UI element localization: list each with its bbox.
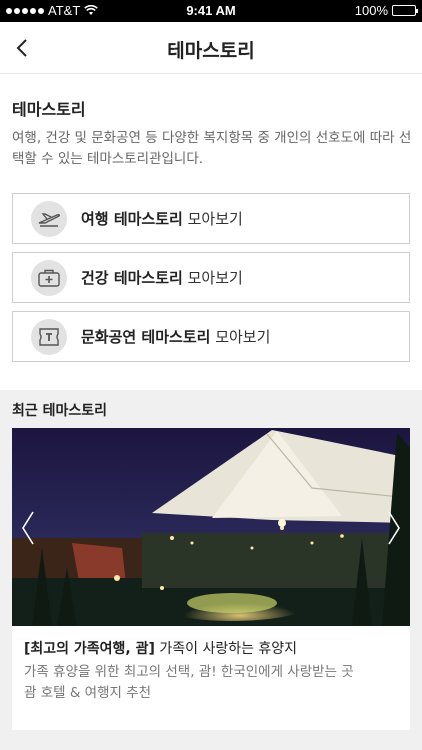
story-desc-line2: 괌 호텔 & 여행지 추천 (24, 685, 152, 701)
airplane-icon (31, 200, 67, 237)
resort-night-image (12, 428, 410, 626)
battery-group: 100% (354, 3, 418, 18)
menu-label-health-light: 모아보기 (182, 269, 243, 287)
menu-item-culture[interactable]: 문화공연 테마스토리 모아보기 (12, 311, 410, 362)
navigation-header: 테마스토리 (0, 22, 422, 74)
carousel-next-button[interactable] (380, 508, 408, 548)
carousel-prev-button[interactable] (14, 508, 42, 548)
recent-section: 최근 테마스토리 [최고의 가족여행, 괌] 가족이 사랑하는 휴양지 가족 휴… (0, 390, 422, 750)
story-image[interactable] (12, 428, 410, 626)
page-title: 테마스토리 (167, 40, 255, 62)
recent-story-card[interactable]: [최고의 가족여행, 괌] 가족이 사랑하는 휴양지 가족 휴양을 위한 최고의… (12, 428, 410, 730)
menu-label-travel-bold: 여행 테마스토리 (81, 210, 183, 228)
story-title: [최고의 가족여행, 괌] 가족이 사랑하는 휴양지 (24, 638, 297, 658)
menu-item-health[interactable]: 건강 테마스토리 모아보기 (12, 252, 410, 303)
chevron-right-icon (388, 511, 400, 545)
menu-label-culture-light: 모아보기 (210, 328, 271, 346)
status-bar: AT&T 9:41 AM 100% (0, 0, 422, 22)
story-title-bold: [최고의 가족여행, 괌] (24, 641, 155, 657)
menu-label-health-bold: 건강 테마스토리 (81, 269, 183, 287)
chevron-left-icon (22, 511, 34, 545)
menu-label-travel: 여행 테마스토리 모아보기 (81, 208, 243, 229)
menu-item-travel[interactable]: 여행 테마스토리 모아보기 (12, 193, 410, 244)
menu-label-culture: 문화공연 테마스토리 모아보기 (81, 326, 270, 347)
menu-label-travel-light: 모아보기 (182, 210, 243, 228)
battery-icon (392, 5, 418, 16)
ticket-icon (31, 318, 67, 355)
story-title-rest: 가족이 사랑하는 휴양지 (154, 641, 298, 657)
intro-section: 테마스토리 여행, 건강 및 문화공연 등 다양한 복지항목 중 개인의 선호도… (12, 96, 412, 170)
story-description: 가족 휴양을 위한 최고의 선택, 괌! 한국인에게 사랑받는 곳 괌 호텔 &… (24, 662, 400, 704)
medical-kit-icon (31, 259, 67, 296)
story-desc-line1: 가족 휴양을 위한 최고의 선택, 괌! 한국인에게 사랑받는 곳 (24, 664, 354, 680)
battery-percent: 100% (354, 3, 388, 18)
intro-title: 테마스토리 (12, 100, 86, 119)
intro-description: 여행, 건강 및 문화공연 등 다양한 복지항목 중 개인의 선호도에 따라 선… (12, 130, 412, 167)
menu-label-culture-bold: 문화공연 테마스토리 (81, 328, 211, 346)
recent-title: 최근 테마스토리 (12, 403, 108, 419)
menu-label-health: 건강 테마스토리 모아보기 (81, 267, 243, 288)
